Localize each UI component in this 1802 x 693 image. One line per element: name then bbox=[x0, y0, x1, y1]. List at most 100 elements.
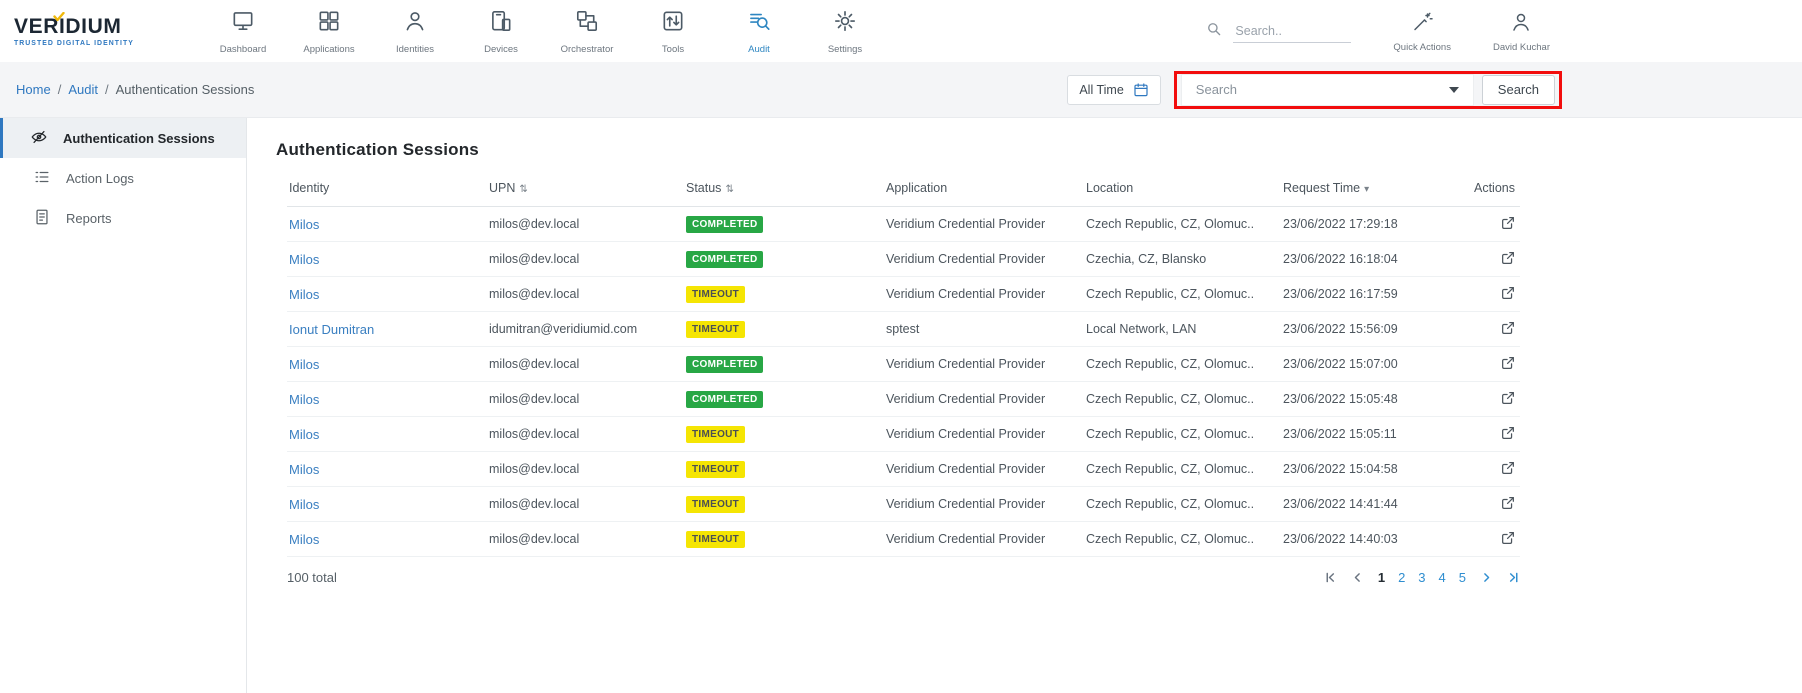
request-time-cell: 23/06/2022 17:29:18 bbox=[1281, 207, 1449, 242]
nav-item-orchestrator[interactable]: Orchestrator bbox=[544, 8, 630, 55]
next-page-icon[interactable] bbox=[1480, 571, 1493, 584]
prev-page-icon[interactable] bbox=[1351, 571, 1364, 584]
page-title: Authentication Sessions bbox=[276, 140, 1520, 160]
upn-cell: milos@dev.local bbox=[487, 207, 684, 242]
sidebar-item-authentication-sessions[interactable]: Authentication Sessions bbox=[0, 118, 246, 158]
identities-icon bbox=[402, 8, 428, 39]
open-session-icon[interactable] bbox=[1500, 495, 1516, 514]
page-link-5[interactable]: 5 bbox=[1459, 570, 1466, 585]
request-time-cell: 23/06/2022 15:05:48 bbox=[1281, 382, 1449, 417]
first-page-icon[interactable] bbox=[1324, 571, 1337, 584]
identity-link[interactable]: Milos bbox=[289, 462, 319, 477]
column-status[interactable]: Status⇅ bbox=[684, 172, 884, 207]
sidebar-item-action-logs[interactable]: Action Logs bbox=[0, 158, 246, 198]
table-row: Ionut Dumitran idumitran@veridiumid.com … bbox=[287, 312, 1520, 347]
column-request-time[interactable]: Request Time▾ bbox=[1281, 172, 1449, 207]
request-time-cell: 23/06/2022 14:40:03 bbox=[1281, 522, 1449, 557]
quick-actions-icon bbox=[1410, 10, 1434, 39]
upn-cell: milos@dev.local bbox=[487, 487, 684, 522]
calendar-icon bbox=[1133, 82, 1149, 98]
status-badge: TIMEOUT bbox=[686, 321, 745, 338]
open-session-icon[interactable] bbox=[1500, 425, 1516, 444]
table-row: Milos milos@dev.local COMPLETED Veridium… bbox=[287, 242, 1520, 277]
quick-actions-button[interactable]: Quick Actions bbox=[1393, 10, 1451, 53]
application-cell: Veridium Credential Provider bbox=[884, 277, 1084, 312]
open-session-icon[interactable] bbox=[1500, 355, 1516, 374]
open-session-icon[interactable] bbox=[1500, 460, 1516, 479]
filter-controls: All Time Search Search bbox=[1067, 71, 1562, 109]
search-button[interactable]: Search bbox=[1482, 75, 1555, 105]
open-session-icon[interactable] bbox=[1500, 530, 1516, 549]
veridium-logo[interactable]: VERIDIUM TRUSTED DIGITAL IDENTITY bbox=[14, 16, 172, 47]
main-content: Authentication Sessions Identity UPN⇅ St… bbox=[247, 118, 1802, 693]
breadcrumb-home[interactable]: Home bbox=[16, 82, 51, 97]
nav-item-dashboard[interactable]: Dashboard bbox=[200, 8, 286, 55]
identity-link[interactable]: Milos bbox=[289, 357, 319, 372]
brand-name: VERIDIUM bbox=[14, 15, 121, 38]
search-icon bbox=[1205, 20, 1223, 43]
search-input[interactable] bbox=[1233, 20, 1351, 43]
sidebar-item-reports[interactable]: Reports bbox=[0, 198, 246, 238]
upn-cell: milos@dev.local bbox=[487, 522, 684, 557]
page-link-4[interactable]: 4 bbox=[1439, 570, 1446, 585]
sessions-icon bbox=[30, 128, 48, 149]
open-session-icon[interactable] bbox=[1500, 320, 1516, 339]
page-link-2[interactable]: 2 bbox=[1398, 570, 1405, 585]
page-link-3[interactable]: 3 bbox=[1418, 570, 1425, 585]
user-menu[interactable]: David Kuchar bbox=[1493, 10, 1550, 53]
sidebar: Authentication Sessions Action Logs Repo… bbox=[0, 118, 247, 693]
column-location: Location bbox=[1084, 172, 1281, 207]
upn-cell: milos@dev.local bbox=[487, 242, 684, 277]
search-type-dropdown[interactable]: Search bbox=[1181, 74, 1474, 106]
table-header-row: Identity UPN⇅ Status⇅ Application Locati… bbox=[287, 172, 1520, 207]
identity-link[interactable]: Milos bbox=[289, 532, 319, 547]
upn-cell: milos@dev.local bbox=[487, 452, 684, 487]
table-footer: 100 total 12345 bbox=[287, 570, 1520, 585]
page-link-1[interactable]: 1 bbox=[1378, 570, 1385, 585]
sessions-table-body: Milos milos@dev.local COMPLETED Veridium… bbox=[287, 207, 1520, 557]
nav-item-audit[interactable]: Audit bbox=[716, 8, 802, 55]
open-session-icon[interactable] bbox=[1500, 285, 1516, 304]
identity-link[interactable]: Milos bbox=[289, 497, 319, 512]
identity-link[interactable]: Milos bbox=[289, 252, 319, 267]
status-badge: TIMEOUT bbox=[686, 531, 745, 548]
identity-link[interactable]: Ionut Dumitran bbox=[289, 322, 374, 337]
nav-item-devices[interactable]: Devices bbox=[458, 8, 544, 55]
chevron-down-icon bbox=[1449, 87, 1459, 93]
nav-item-tools[interactable]: Tools bbox=[630, 8, 716, 55]
table-row: Milos milos@dev.local COMPLETED Veridium… bbox=[287, 382, 1520, 417]
last-page-icon[interactable] bbox=[1507, 571, 1520, 584]
location-cell: Czech Republic, CZ, Olomuc.. bbox=[1084, 487, 1281, 522]
identity-link[interactable]: Milos bbox=[289, 392, 319, 407]
page-body: Authentication Sessions Action Logs Repo… bbox=[0, 118, 1802, 693]
request-time-cell: 23/06/2022 14:41:44 bbox=[1281, 487, 1449, 522]
breadcrumb-separator: / bbox=[58, 82, 62, 97]
nav-item-settings[interactable]: Settings bbox=[802, 8, 888, 55]
status-badge: COMPLETED bbox=[686, 251, 763, 268]
breadcrumb-bar: Home / Audit / Authentication Sessions A… bbox=[0, 62, 1802, 118]
table-row: Milos milos@dev.local TIMEOUT Veridium C… bbox=[287, 487, 1520, 522]
application-cell: Veridium Credential Provider bbox=[884, 242, 1084, 277]
status-badge: TIMEOUT bbox=[686, 426, 745, 443]
breadcrumb-separator: / bbox=[105, 82, 109, 97]
upn-cell: milos@dev.local bbox=[487, 277, 684, 312]
upn-cell: milos@dev.local bbox=[487, 382, 684, 417]
nav-item-applications[interactable]: Applications bbox=[286, 8, 372, 55]
application-cell: Veridium Credential Provider bbox=[884, 207, 1084, 242]
breadcrumb-audit[interactable]: Audit bbox=[68, 82, 98, 97]
location-cell: Czech Republic, CZ, Olomuc.. bbox=[1084, 382, 1281, 417]
nav-item-identities[interactable]: Identities bbox=[372, 8, 458, 55]
identity-link[interactable]: Milos bbox=[289, 287, 319, 302]
column-identity: Identity bbox=[287, 172, 487, 207]
reports-icon bbox=[33, 208, 51, 229]
time-range-button[interactable]: All Time bbox=[1067, 75, 1160, 105]
open-session-icon[interactable] bbox=[1500, 215, 1516, 234]
identity-link[interactable]: Milos bbox=[289, 217, 319, 232]
breadcrumb-current: Authentication Sessions bbox=[116, 82, 255, 97]
column-upn[interactable]: UPN⇅ bbox=[487, 172, 684, 207]
sort-icon-request-time: ▾ bbox=[1364, 184, 1369, 195]
identity-link[interactable]: Milos bbox=[289, 427, 319, 442]
open-session-icon[interactable] bbox=[1500, 250, 1516, 269]
application-cell: Veridium Credential Provider bbox=[884, 382, 1084, 417]
open-session-icon[interactable] bbox=[1500, 390, 1516, 409]
